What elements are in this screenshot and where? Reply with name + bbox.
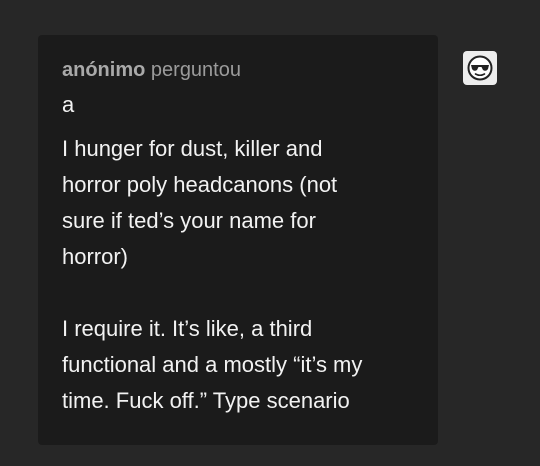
question-paragraph: a: [62, 92, 75, 117]
asked-verb: perguntou: [150, 59, 241, 81]
ask-card: anónimo perguntou a I hunger for dust, k…: [38, 35, 438, 445]
anonymous-sunglasses-face-icon: [466, 54, 494, 82]
asker-name[interactable]: anónimo: [62, 59, 145, 81]
question-paragraph: I require it. It’s like, a third functio…: [62, 316, 363, 413]
asker-line: anónimo perguntou: [62, 57, 414, 83]
avatar[interactable]: [463, 51, 497, 85]
question-paragraph: I hunger for dust, killer and horror pol…: [62, 136, 338, 269]
